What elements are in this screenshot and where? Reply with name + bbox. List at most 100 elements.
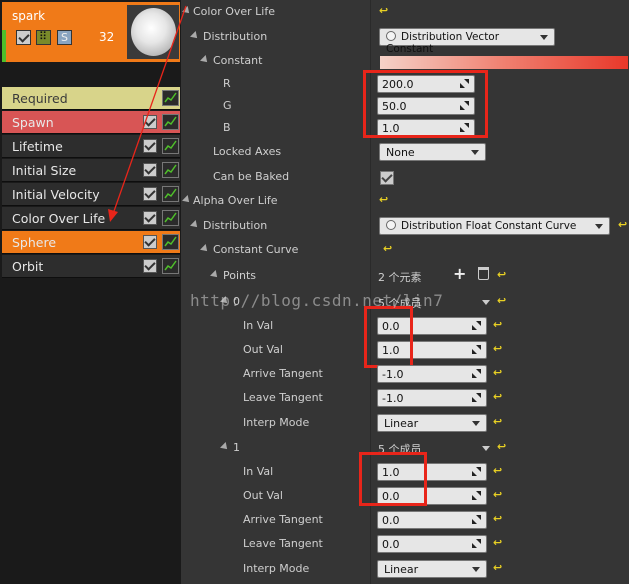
- curve-editor-icon[interactable]: [162, 138, 179, 154]
- distribution-circle-icon: [386, 31, 396, 41]
- module-enable-checkbox[interactable]: [143, 259, 157, 273]
- module-orbit[interactable]: Orbit: [2, 255, 180, 278]
- drag-handle-icon: [460, 101, 469, 110]
- module-enable-checkbox[interactable]: [143, 187, 157, 201]
- r-value-field[interactable]: 200.0: [377, 75, 475, 93]
- watermark-text: http://blog.csdn.net/lin7: [190, 291, 444, 310]
- module-initial-size[interactable]: Initial Size: [2, 159, 180, 182]
- row-point-1: 1 5 个成员: [181, 436, 629, 460]
- row-g: G 50.0: [181, 94, 629, 118]
- reset-to-default-icon[interactable]: [379, 4, 388, 17]
- p0-out-val-field[interactable]: 1.0: [377, 341, 487, 359]
- curve-editor-icon[interactable]: [162, 258, 179, 274]
- category-label: Color Over Life: [193, 5, 275, 18]
- expand-arrow-icon[interactable]: [190, 31, 200, 41]
- property-label: B: [223, 121, 231, 134]
- row-can-be-baked: Can be Baked: [181, 165, 629, 189]
- reset-to-default-icon[interactable]: [493, 488, 502, 501]
- p1-in-val-field[interactable]: 1.0: [377, 463, 487, 481]
- reset-to-default-icon[interactable]: [493, 561, 502, 574]
- expand-arrow-icon[interactable]: [182, 195, 192, 205]
- color-gradient-preview[interactable]: [380, 56, 628, 69]
- module-enable-checkbox[interactable]: [143, 211, 157, 225]
- module-enable-checkbox[interactable]: [143, 235, 157, 249]
- p1-out-val-field[interactable]: 0.0: [377, 487, 487, 505]
- expand-arrow-icon[interactable]: [200, 55, 210, 65]
- property-label: Interp Mode: [243, 416, 310, 429]
- module-color-over-life[interactable]: Color Over Life: [2, 207, 180, 230]
- row-p0-arrive: Arrive Tangent -1.0: [181, 362, 629, 386]
- drag-handle-icon: [472, 515, 481, 524]
- reset-to-default-icon[interactable]: [493, 366, 502, 379]
- reset-to-default-icon[interactable]: [493, 464, 502, 477]
- property-label: Arrive Tangent: [243, 513, 323, 526]
- property-label: Constant Curve: [213, 243, 299, 256]
- p0-interp-mode-dropdown[interactable]: Linear: [377, 414, 487, 432]
- module-enable-checkbox[interactable]: [143, 139, 157, 153]
- reset-to-default-icon[interactable]: [379, 193, 388, 206]
- curve-editor-icon[interactable]: [162, 186, 179, 202]
- module-required[interactable]: Required: [2, 87, 180, 110]
- p0-in-val-field[interactable]: 0.0: [377, 317, 487, 335]
- module-spawn[interactable]: Spawn: [2, 111, 180, 134]
- reset-to-default-icon[interactable]: [493, 342, 502, 355]
- curve-editor-icon[interactable]: [162, 210, 179, 226]
- emitter-enabled-bar: [2, 30, 6, 62]
- expand-arrow-icon[interactable]: [190, 220, 200, 230]
- module-sphere[interactable]: Sphere: [2, 231, 180, 254]
- emitter-header-spark[interactable]: spark S 32: [2, 2, 180, 62]
- module-lifetime[interactable]: Lifetime: [2, 135, 180, 158]
- reset-to-default-icon[interactable]: [383, 242, 392, 255]
- curve-editor-icon[interactable]: [162, 162, 179, 178]
- p0-arrive-tangent-field[interactable]: -1.0: [377, 365, 487, 383]
- solo-button[interactable]: S: [57, 30, 72, 45]
- reset-to-default-icon[interactable]: [497, 268, 506, 281]
- drag-handle-icon: [472, 539, 481, 548]
- property-label: Points: [223, 269, 257, 282]
- can-be-baked-checkbox[interactable]: [380, 171, 394, 185]
- reset-to-default-icon[interactable]: [493, 390, 502, 403]
- expand-arrow-icon[interactable]: [210, 270, 220, 280]
- property-label: Distribution: [203, 219, 268, 232]
- p1-interp-mode-dropdown[interactable]: Linear: [377, 560, 487, 578]
- reset-to-default-icon[interactable]: [493, 318, 502, 331]
- reset-to-default-icon[interactable]: [618, 218, 627, 231]
- emitter-enable-checkbox[interactable]: [16, 30, 31, 45]
- distribution-type-dropdown[interactable]: Distribution Vector Constant: [379, 28, 555, 55]
- expand-arrow-icon[interactable]: [182, 6, 192, 16]
- g-value-field[interactable]: 50.0: [377, 97, 475, 115]
- distribution-circle-icon: [386, 220, 396, 230]
- reset-to-default-icon[interactable]: [493, 536, 502, 549]
- module-enable-checkbox[interactable]: [143, 115, 157, 129]
- drag-handle-icon: [472, 467, 481, 476]
- curve-editor-icon[interactable]: [162, 234, 179, 250]
- p1-arrive-tangent-field[interactable]: 0.0: [377, 511, 487, 529]
- module-initial-velocity[interactable]: Initial Velocity: [2, 183, 180, 206]
- expand-arrow-icon[interactable]: [200, 244, 210, 254]
- render-mode-icon[interactable]: [36, 30, 51, 45]
- b-value-field[interactable]: 1.0: [377, 119, 475, 137]
- locked-axes-dropdown[interactable]: None: [379, 143, 486, 161]
- property-label: R: [223, 77, 231, 90]
- trash-icon[interactable]: [478, 267, 489, 280]
- property-label: In Val: [243, 465, 274, 478]
- property-label: Out Val: [243, 343, 283, 356]
- curve-editor-icon[interactable]: [162, 114, 179, 130]
- distribution-type-dropdown[interactable]: Distribution Float Constant Curve: [379, 217, 610, 235]
- reset-to-default-icon[interactable]: [497, 294, 506, 307]
- reset-to-default-icon[interactable]: [497, 440, 506, 453]
- reset-to-default-icon[interactable]: [493, 512, 502, 525]
- module-label: Sphere: [12, 235, 57, 250]
- curve-editor-icon[interactable]: [162, 90, 179, 106]
- module-enable-checkbox[interactable]: [143, 163, 157, 177]
- add-element-icon[interactable]: +: [453, 264, 466, 283]
- property-label: Locked Axes: [213, 145, 282, 158]
- expand-arrow-icon[interactable]: [220, 442, 230, 452]
- reset-to-default-icon[interactable]: [493, 415, 502, 428]
- emitter-thumbnail: [127, 5, 179, 59]
- chevron-down-icon[interactable]: [482, 446, 490, 451]
- chevron-down-icon[interactable]: [482, 300, 490, 305]
- p0-leave-tangent-field[interactable]: -1.0: [377, 389, 487, 407]
- p1-leave-tangent-field[interactable]: 0.0: [377, 535, 487, 553]
- row-p0-leave: Leave Tangent -1.0: [181, 386, 629, 410]
